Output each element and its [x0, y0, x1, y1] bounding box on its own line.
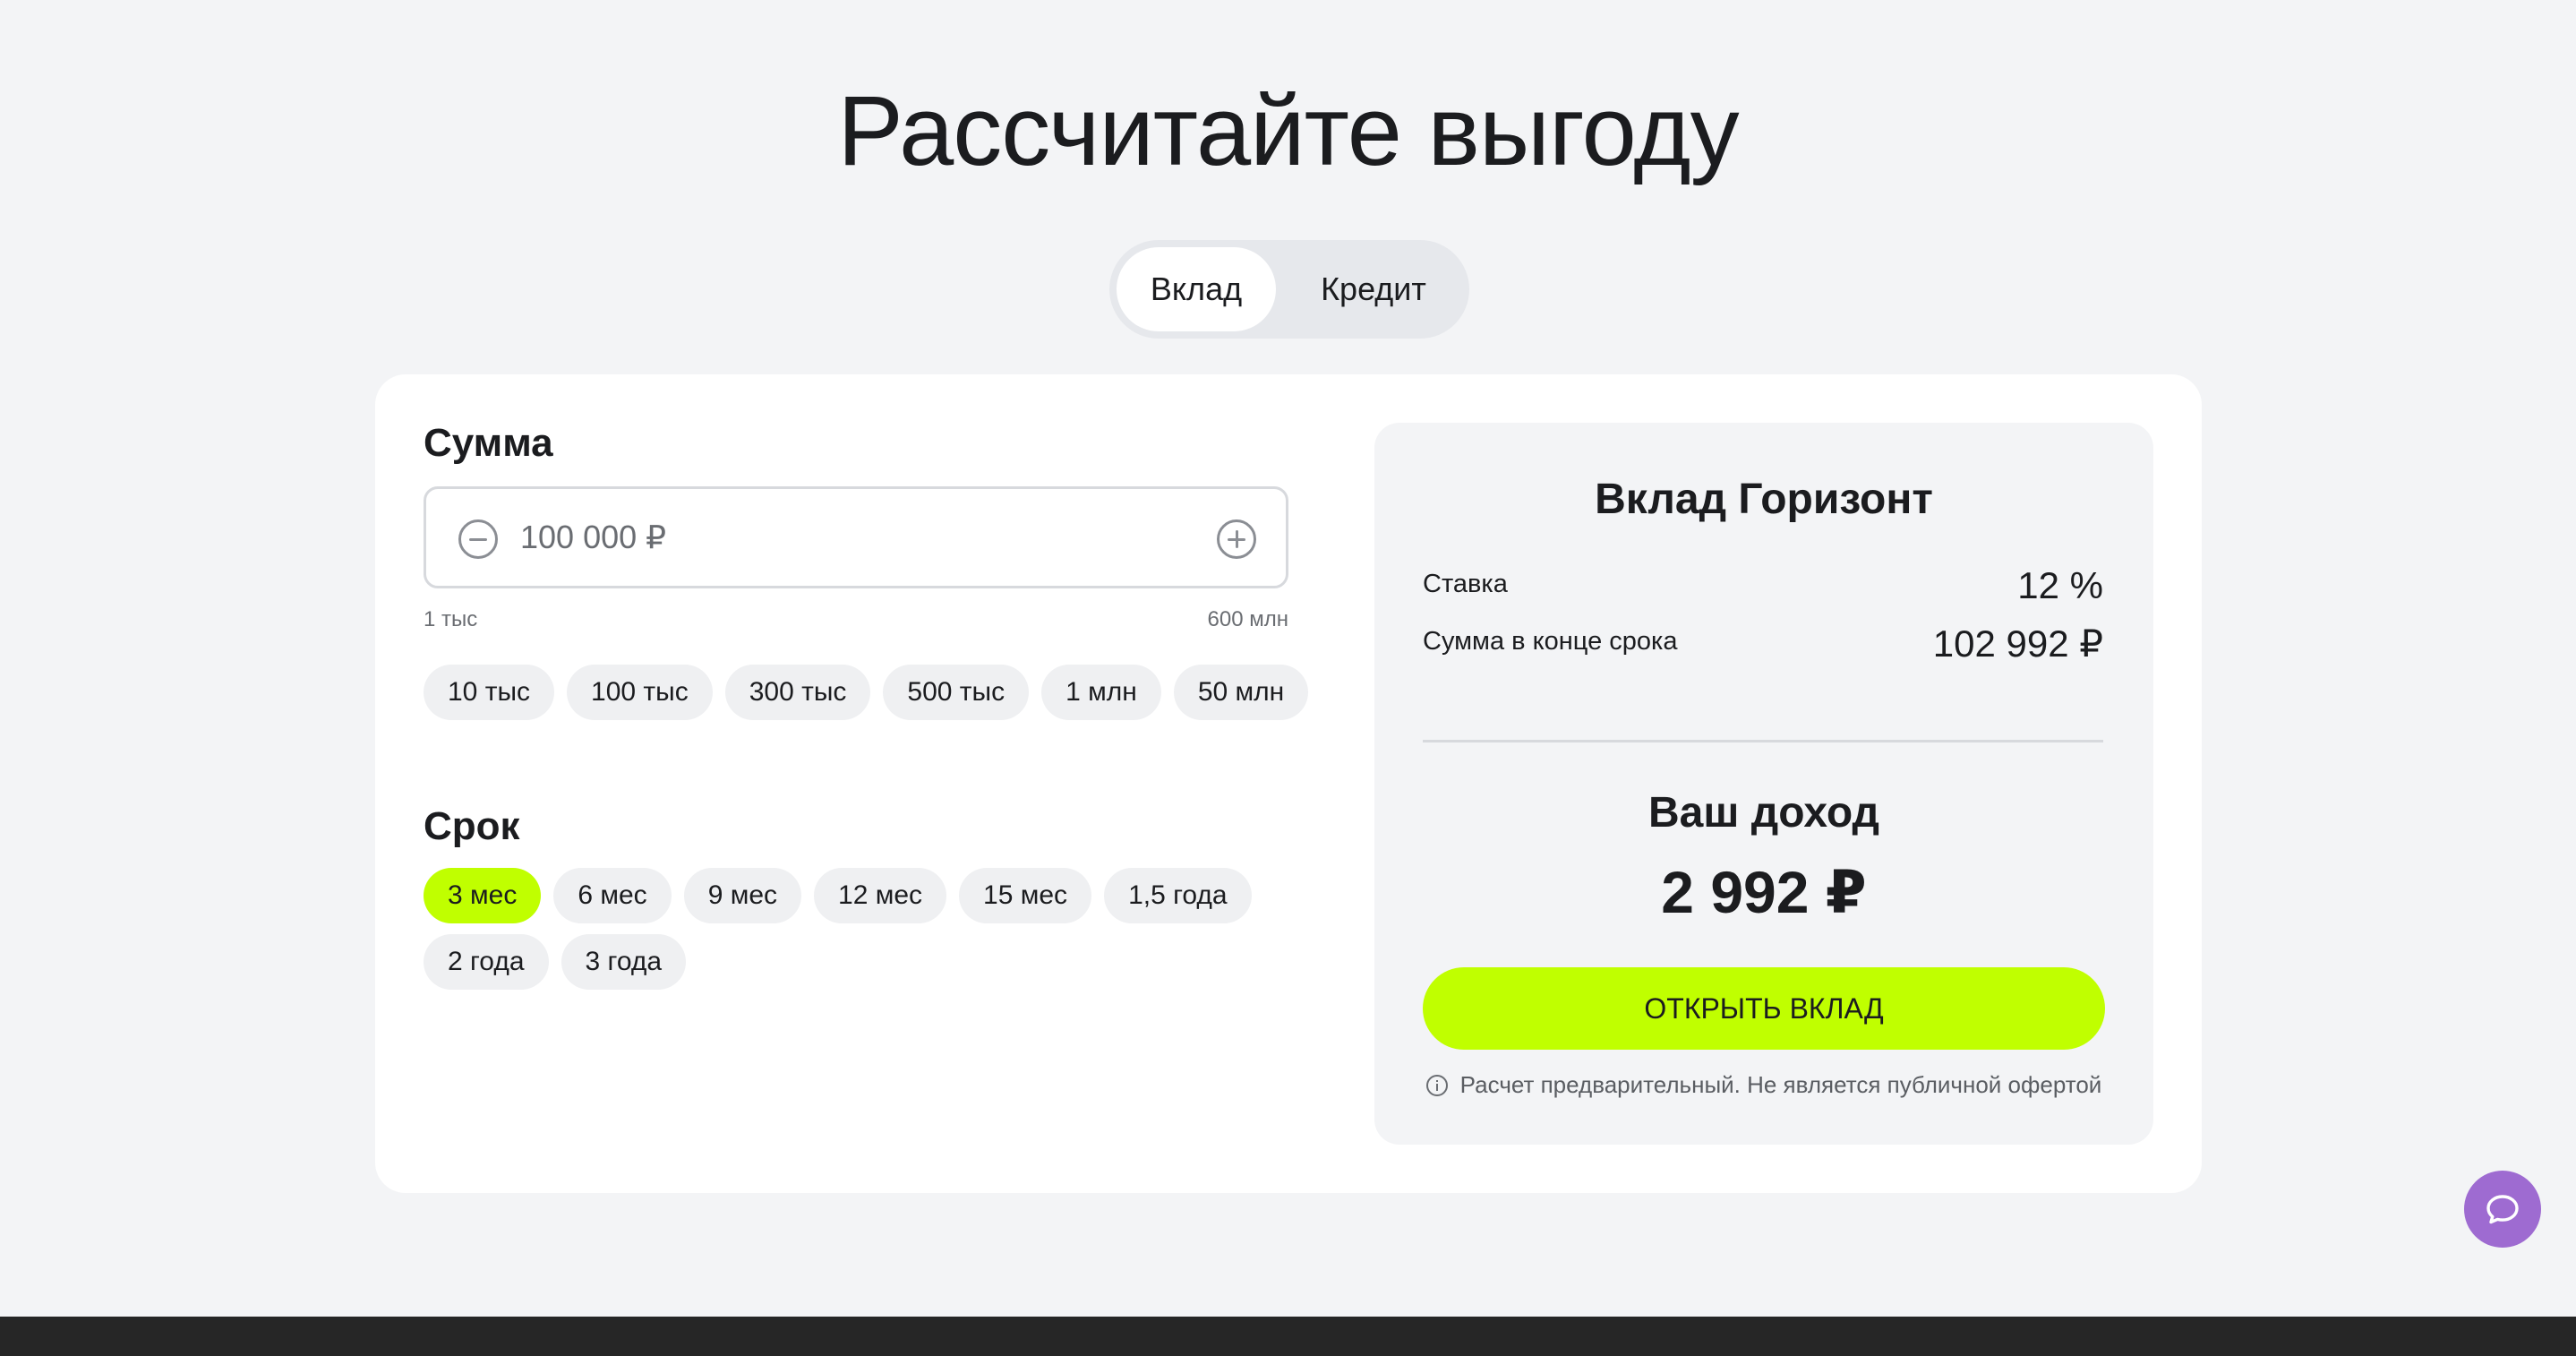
minus-circle-icon [469, 537, 487, 541]
term-option-1-5y[interactable]: 1,5 года [1104, 868, 1252, 923]
product-title: Вклад Горизонт [1595, 476, 1933, 523]
increase-amount-button[interactable] [1217, 519, 1256, 559]
result-panel: Вклад Горизонт Ставка 12 % Сумма в конце… [1374, 423, 2153, 1145]
amount-preset-100k[interactable]: 100 тыс [567, 665, 713, 720]
term-option-12m[interactable]: 12 мес [814, 868, 947, 923]
chat-button[interactable] [2464, 1171, 2541, 1248]
income-value: 2 992 ₽ [1661, 859, 1867, 925]
amount-preset-500k[interactable]: 500 тыс [883, 665, 1030, 720]
amount-input[interactable] [520, 516, 1147, 559]
amount-preset-10k[interactable]: 10 тыс [424, 665, 555, 720]
amount-min-label: 1 тыс [424, 607, 478, 631]
amount-preset-300k[interactable]: 300 тыс [724, 665, 871, 720]
tab-credit[interactable]: Кредит [1285, 247, 1462, 331]
disclaimer-text: Расчет предварительный. Не является публ… [1459, 1071, 2102, 1098]
amount-section-title: Сумма [424, 421, 553, 465]
term-option-6m[interactable]: 6 мес [553, 868, 672, 923]
term-section-title: Срок [424, 804, 520, 848]
term-option-15m[interactable]: 15 мес [959, 868, 1092, 923]
open-deposit-button[interactable]: ОТКРЫТЬ ВКЛАД [1423, 967, 2105, 1050]
income-title: Ваш доход [1648, 789, 1879, 837]
term-options-row-2: 2 года 3 года [424, 934, 687, 990]
chat-bubble-icon [2486, 1195, 2519, 1224]
term-options-row-1: 3 мес 6 мес 9 мес 12 мес 15 мес 1,5 года [424, 868, 1252, 923]
tab-deposit[interactable]: Вклад [1117, 247, 1276, 331]
mode-switch: Вклад Кредит [1109, 240, 1469, 339]
term-option-3y[interactable]: 3 года [561, 934, 687, 990]
term-option-9m[interactable]: 9 мес [683, 868, 802, 923]
end-sum-value: 102 992 ₽ [1932, 622, 2103, 665]
amount-preset-50m[interactable]: 50 млн [1173, 665, 1309, 720]
plus-icon-vertical [1235, 530, 1238, 548]
rate-value: 12 % [2017, 564, 2103, 606]
amount-presets: 10 тыс 100 тыс 300 тыс 500 тыс 1 млн 50 … [424, 665, 1309, 720]
divider [1423, 740, 2103, 742]
term-option-2y[interactable]: 2 года [424, 934, 549, 990]
term-option-3m[interactable]: 3 мес [424, 868, 542, 923]
decrease-amount-button[interactable] [458, 519, 498, 559]
rate-label: Ставка [1423, 570, 1508, 598]
page-title: Рассчитайте выгоду [837, 76, 1739, 186]
calculator-card: Сумма 1 тыс 600 млн 10 тыс 100 тыс 300 т… [375, 374, 2202, 1193]
amount-preset-1m[interactable]: 1 млн [1041, 665, 1161, 720]
bottom-strip [0, 1317, 2576, 1356]
info-icon [1425, 1074, 1448, 1096]
amount-max-label: 600 млн [1207, 607, 1288, 631]
disclaimer: Расчет предварительный. Не является публ… [1374, 1071, 2153, 1099]
end-sum-label: Сумма в конце срока [1423, 627, 1678, 656]
amount-field[interactable] [424, 486, 1288, 588]
